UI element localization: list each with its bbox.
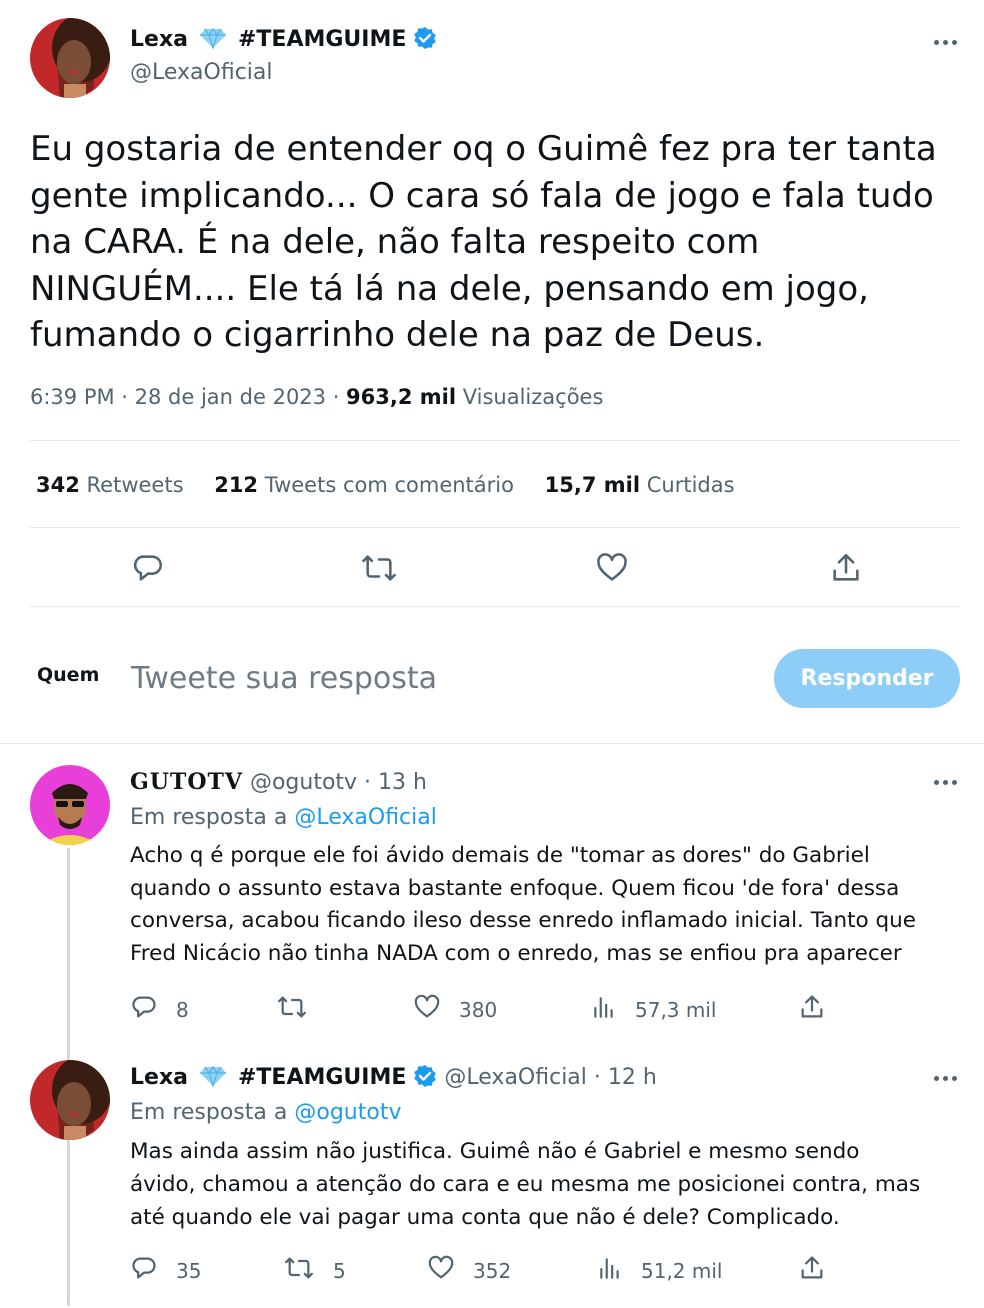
reply-text: Mas ainda assim não justifica. Guimê não… bbox=[130, 1135, 920, 1234]
analytics-icon bbox=[591, 993, 617, 1026]
reply-author-handle[interactable]: @ogutotv bbox=[250, 770, 357, 795]
reply-context-label: Em resposta a bbox=[130, 1100, 295, 1125]
reply-avatar[interactable] bbox=[30, 1060, 110, 1140]
retweets-label: Retweets bbox=[79, 473, 184, 497]
views-count: 57,3 mil bbox=[635, 997, 717, 1022]
reply-header: GUTOTV @ogutotv · 13 h bbox=[130, 769, 427, 795]
verified-badge-icon bbox=[413, 1064, 437, 1094]
reply-text-line: quando o assunto estava bastante enfoque… bbox=[130, 875, 900, 901]
divider bbox=[30, 440, 960, 441]
gutotv-avatar-icon bbox=[30, 765, 110, 845]
divider bbox=[30, 527, 960, 528]
reply-icon[interactable] bbox=[131, 551, 165, 585]
tweet-text-line: na CARA. É na dele, não falta respeito c… bbox=[30, 222, 760, 262]
views-count: 963,2 mil bbox=[346, 385, 457, 409]
views-count: 51,2 mil bbox=[641, 1258, 723, 1283]
reply-author-name[interactable]: Lexa bbox=[130, 1065, 188, 1090]
author-team: #TEAMGUIME bbox=[237, 27, 407, 52]
retweets-count: 342 bbox=[36, 473, 80, 497]
more-options-icon[interactable] bbox=[934, 40, 957, 45]
reply-action[interactable]: 8 bbox=[130, 993, 189, 1026]
reply-to-mention[interactable]: @ogutotv bbox=[294, 1100, 401, 1125]
more-options-icon[interactable] bbox=[934, 780, 957, 785]
share-icon[interactable] bbox=[798, 993, 826, 1021]
reply-header: Lexa #TEAMGUIME @LexaOficial · 12 h bbox=[130, 1064, 657, 1094]
retweet-icon[interactable] bbox=[360, 551, 398, 585]
like-action[interactable]: 380 bbox=[413, 993, 497, 1026]
retweet-action[interactable] bbox=[276, 993, 326, 1026]
quotes-label: Tweets com comentário bbox=[258, 473, 514, 497]
reply-context: Em resposta a @ogutotv bbox=[130, 1100, 401, 1125]
like-count: 352 bbox=[473, 1258, 512, 1283]
more-options-icon[interactable] bbox=[934, 1076, 957, 1081]
reply-time[interactable]: · 13 h bbox=[357, 770, 427, 795]
tweet-text-line: gente implicando... O cara só fala de jo… bbox=[30, 175, 934, 216]
likes-stat[interactable]: 15,7 mil Curtidas bbox=[545, 473, 735, 497]
retweet-icon bbox=[283, 1254, 315, 1287]
author-handle[interactable]: @LexaOficial bbox=[130, 60, 273, 85]
reply-text-line: até quando ele vai pagar uma conta que n… bbox=[130, 1205, 840, 1230]
reply-author-name[interactable]: GUTOTV bbox=[130, 769, 243, 795]
divider bbox=[30, 606, 960, 607]
retweet-count: 5 bbox=[333, 1258, 346, 1283]
tweet-text-line: Eu gostaria de entender oq o Guimê fez p… bbox=[30, 129, 937, 169]
divider bbox=[0, 743, 984, 744]
diamond-icon bbox=[199, 1065, 227, 1093]
author-name-row: Lexa #TEAMGUIME bbox=[130, 26, 437, 56]
views-action[interactable]: 57,3 mil bbox=[591, 993, 716, 1026]
reply-input[interactable]: Tweete sua resposta bbox=[131, 661, 437, 696]
likes-count: 15,7 mil bbox=[544, 473, 641, 497]
reply-icon bbox=[130, 993, 158, 1026]
diamond-icon bbox=[199, 27, 227, 55]
reply-text-line: Acho q é porque ele foi ávido demais de … bbox=[130, 843, 870, 868]
reply-time[interactable]: · 12 h bbox=[587, 1065, 657, 1090]
like-action[interactable]: 352 bbox=[427, 1254, 511, 1287]
reply-text-line: Mas ainda assim não justifica. Guimê não… bbox=[130, 1139, 860, 1164]
reply-to-mention[interactable]: @LexaOficial bbox=[294, 805, 437, 830]
reply-icon bbox=[130, 1254, 158, 1287]
like-icon bbox=[427, 1254, 455, 1287]
share-icon[interactable] bbox=[829, 551, 863, 585]
reply-author-team: #TEAMGUIME bbox=[237, 1065, 407, 1090]
reply-text-line: conversa, acabou ficando ileso desse enr… bbox=[130, 908, 917, 933]
reply-text-line: ávido, chamou a atenção do cara e eu mes… bbox=[130, 1172, 921, 1197]
reply-text-line: Fred Nicácio não tinha NADA com o enredo… bbox=[130, 940, 902, 966]
tweet-text: Eu gostaria de entender oq o Guimê fez p… bbox=[30, 126, 937, 359]
reply-count: 8 bbox=[176, 997, 189, 1022]
author-name[interactable]: Lexa bbox=[130, 27, 188, 52]
tweet-text-line: NINGUÉM.... Ele tá lá na dele, pensando … bbox=[30, 268, 869, 309]
views-label: Visualizações bbox=[456, 385, 604, 409]
like-count: 380 bbox=[459, 997, 498, 1022]
reply-author-handle[interactable]: @LexaOficial bbox=[444, 1065, 587, 1090]
quotes-stat[interactable]: 212 Tweets com comentário bbox=[214, 473, 514, 497]
author-avatar[interactable] bbox=[30, 18, 110, 98]
like-icon[interactable] bbox=[595, 551, 629, 585]
retweet-action[interactable]: 5 bbox=[283, 1254, 346, 1287]
reply-submit-button[interactable]: Responder bbox=[774, 649, 960, 708]
reply-context-label: Em resposta a bbox=[130, 805, 295, 830]
reply-count: 35 bbox=[176, 1258, 202, 1283]
quotes-count: 212 bbox=[214, 473, 259, 497]
like-icon bbox=[413, 993, 441, 1026]
reply-avatar[interactable] bbox=[30, 765, 110, 845]
analytics-icon bbox=[597, 1254, 623, 1287]
tweet-stats: 342 Retweets 212 Tweets com comentário 1… bbox=[36, 473, 735, 497]
retweet-icon bbox=[276, 993, 308, 1026]
reply-text: Acho q é porque ele foi ávido demais de … bbox=[130, 840, 916, 970]
share-icon[interactable] bbox=[798, 1254, 826, 1282]
lexa-avatar-icon bbox=[30, 1060, 110, 1140]
tweet-meta: 6:39 PM · 28 de jan de 2023 · 963,2 mil … bbox=[30, 385, 603, 409]
tweet-text-line: fumando o cigarrinho dele na paz de Deus… bbox=[30, 315, 765, 355]
composer-avatar: Quem bbox=[37, 664, 100, 686]
lexa-avatar-icon bbox=[30, 18, 110, 98]
views-action[interactable]: 51,2 mil bbox=[597, 1254, 722, 1287]
reply-action[interactable]: 35 bbox=[130, 1254, 201, 1287]
reply-context: Em resposta a @LexaOficial bbox=[130, 805, 437, 830]
likes-label: Curtidas bbox=[640, 473, 735, 497]
retweets-stat[interactable]: 342 Retweets bbox=[36, 473, 184, 497]
verified-badge-icon bbox=[413, 26, 437, 56]
tweet-timestamp[interactable]: 6:39 PM · 28 de jan de 2023 · bbox=[30, 385, 346, 409]
